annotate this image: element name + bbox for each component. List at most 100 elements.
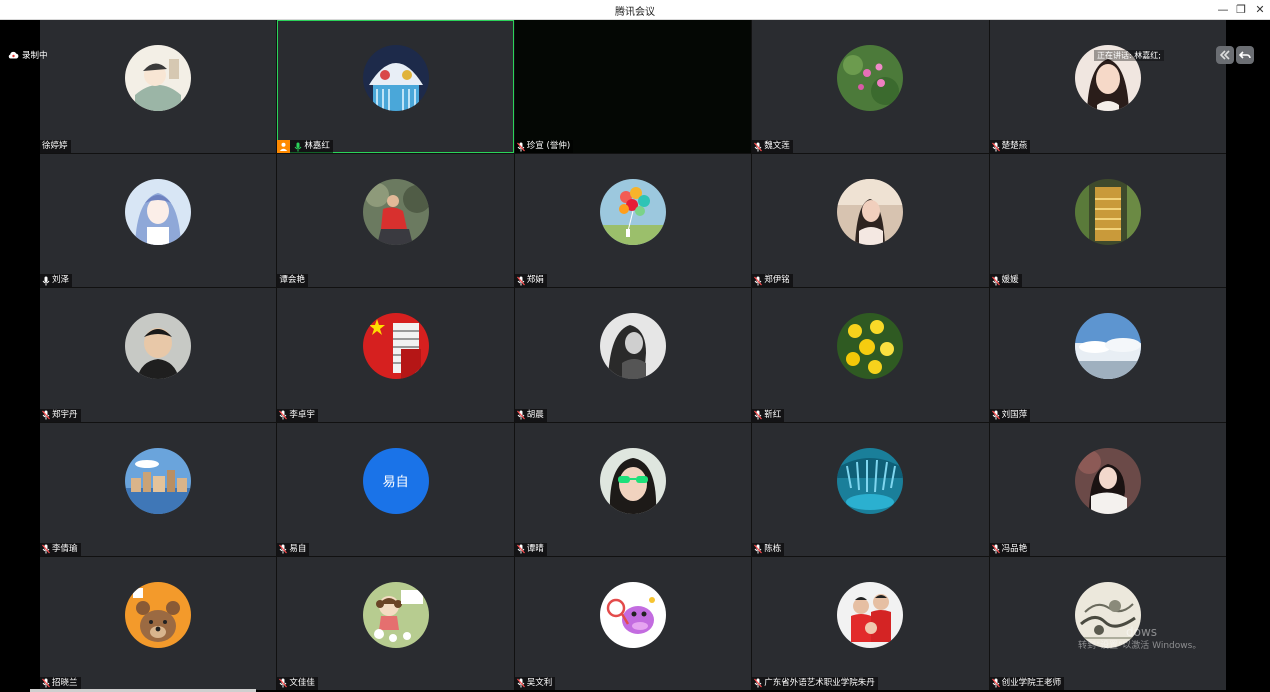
- participant-tile[interactable]: 珍宣 (誉仲): [514, 20, 752, 154]
- participant-name: 李卓宇: [289, 409, 315, 420]
- microphone-muted-icon: [42, 410, 50, 420]
- participant-nameplate: 楚楚燕: [989, 140, 1031, 154]
- avatar-image: [837, 179, 904, 246]
- participant-name: 媛媛: [1001, 275, 1019, 286]
- participant-tile[interactable]: 冯品艳: [989, 422, 1226, 556]
- participant-tile[interactable]: 李倩瑜: [40, 422, 277, 556]
- microphone-muted-icon: [516, 276, 525, 286]
- participant-tile[interactable]: 文佳佳: [277, 556, 514, 690]
- avatar: [362, 179, 429, 246]
- participant-name: 冯品艳: [1001, 543, 1028, 554]
- participant-tile[interactable]: 楚楚燕: [989, 20, 1226, 154]
- microphone-muted-icon: [42, 678, 50, 688]
- avatar: [362, 581, 429, 648]
- microphone-muted-icon: [516, 410, 525, 420]
- microphone-speaking-icon: [294, 142, 302, 152]
- avatar: [362, 45, 429, 111]
- back-button[interactable]: [1236, 46, 1254, 64]
- title-bar: 腾讯会议 — ❐ ✕: [0, 0, 1270, 20]
- avatar-image: [599, 179, 666, 246]
- participant-tile[interactable]: 郑娟: [514, 154, 752, 288]
- avatar-image: [125, 179, 192, 246]
- microphone-muted-icon: [279, 544, 288, 554]
- participant-nameplate: 易自: [277, 542, 310, 556]
- avatar-image: [599, 313, 666, 380]
- participant-tile[interactable]: 创业学院王老师: [989, 556, 1226, 690]
- avatar-image: [599, 447, 666, 514]
- participant-tile[interactable]: 陈栋: [752, 422, 989, 556]
- participant-tile[interactable]: 郑宇丹: [40, 288, 277, 422]
- participant-name: 楚楚燕: [1001, 141, 1028, 152]
- participant-nameplate: 冯品艳: [989, 542, 1031, 556]
- participant-tile[interactable]: 林嘉红: [277, 20, 514, 154]
- microphone-icon: [42, 276, 50, 286]
- participant-name: 易自: [289, 543, 307, 554]
- participant-nameplate: 林嘉红: [277, 140, 333, 154]
- minimize-button[interactable]: —: [1214, 1, 1232, 18]
- host-badge: [277, 140, 291, 154]
- participant-tile[interactable]: 刘泽: [40, 154, 277, 288]
- avatar: [837, 581, 904, 648]
- participant-tile[interactable]: 招晓兰: [40, 556, 277, 690]
- avatar: [837, 45, 904, 111]
- avatar: [599, 447, 666, 514]
- microphone-muted-icon: [991, 678, 1000, 688]
- avatar-image: [837, 45, 904, 111]
- windows-activation-watermark: dows 转到"设置"以激活 Windows。: [1078, 625, 1201, 652]
- avatar: [1074, 447, 1141, 514]
- participant-tile[interactable]: 广东省外语艺术职业学院朱丹: [752, 556, 989, 690]
- microphone-muted-icon: [991, 142, 1000, 152]
- microphone-muted-icon: [516, 544, 525, 554]
- avatar: [599, 179, 666, 246]
- participant-tile[interactable]: 易自 易自: [277, 422, 514, 556]
- restore-button[interactable]: ❐: [1232, 1, 1250, 18]
- participant-nameplate: 陈栋: [752, 542, 785, 556]
- participant-name: 靳红: [764, 409, 782, 420]
- participant-nameplate: 广东省外语艺术职业学院朱丹: [752, 676, 878, 690]
- participant-tile[interactable]: 刘国萍: [989, 288, 1226, 422]
- participant-name: 郑娟: [526, 275, 544, 286]
- participant-tile[interactable]: 媛媛: [989, 154, 1226, 288]
- avatar: [362, 313, 429, 380]
- microphone-muted-icon: [991, 544, 1000, 554]
- participant-name: 林嘉红: [304, 141, 330, 152]
- participant-tile[interactable]: 徐婷婷: [40, 20, 277, 154]
- avatar-image: [362, 45, 429, 111]
- participant-tile[interactable]: 谭晴: [514, 422, 752, 556]
- avatar: [837, 447, 904, 514]
- participant-tile[interactable]: 靳红: [752, 288, 989, 422]
- avatar: [125, 313, 192, 380]
- participant-tile[interactable]: 李卓宇: [277, 288, 514, 422]
- participant-nameplate: 胡晨: [514, 408, 547, 422]
- avatar-image: [362, 581, 429, 648]
- avatar-image: [1074, 179, 1141, 246]
- participant-name: 刘泽: [52, 275, 70, 286]
- microphone-muted-icon: [754, 142, 763, 152]
- recording-indicator[interactable]: 录制中: [8, 49, 48, 61]
- avatar-image: [837, 581, 904, 648]
- participant-name: 文佳佳: [289, 677, 315, 688]
- close-button[interactable]: ✕: [1251, 1, 1269, 18]
- avatar: [1074, 179, 1141, 246]
- avatar-image: [837, 447, 904, 514]
- participant-name: 刘国萍: [1001, 409, 1028, 420]
- avatar-image: [362, 313, 429, 380]
- participant-grid: 徐婷婷 林嘉红 珍宣 (誉仲) 魏文莲 楚楚燕刘泽 谭会艳 郑娟 郑伊铭 媛媛郑宇丹 李卓宇 胡晨 靳…: [40, 20, 1226, 690]
- recording-label: 录制中: [22, 51, 48, 61]
- window-title: 腾讯会议: [615, 7, 655, 18]
- participant-nameplate: 郑宇丹: [40, 408, 81, 422]
- participant-name: 吴文利: [526, 677, 553, 688]
- participant-tile[interactable]: 谭会艳: [277, 154, 514, 288]
- avatar-image: [125, 581, 192, 648]
- microphone-muted-icon: [516, 678, 525, 688]
- participant-tile[interactable]: 胡晨: [514, 288, 752, 422]
- participant-name: 胡晨: [526, 409, 544, 420]
- participant-name: 李倩瑜: [52, 543, 78, 554]
- microphone-muted-icon: [991, 410, 1000, 420]
- participant-tile[interactable]: 魏文莲: [752, 20, 989, 154]
- collapse-toolbar-button[interactable]: [1216, 46, 1234, 64]
- participant-tile[interactable]: 郑伊铭: [752, 154, 989, 288]
- avatar-image: [125, 447, 192, 514]
- avatar-image: [837, 313, 904, 380]
- participant-tile[interactable]: 吴文利: [514, 556, 752, 690]
